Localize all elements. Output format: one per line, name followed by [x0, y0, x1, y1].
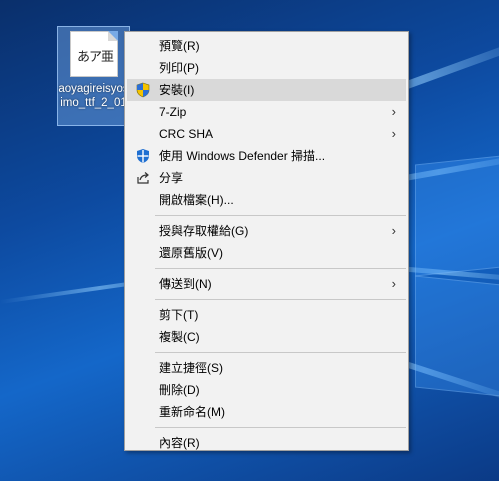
- menu-separator: [155, 427, 406, 428]
- menu-item-label: 剪下(T): [159, 308, 199, 322]
- menu-item-label: 刪除(D): [159, 383, 200, 397]
- chevron-right-icon: ›: [391, 223, 396, 238]
- menu-item-label: 建立捷徑(S): [159, 361, 223, 375]
- menu-item-install[interactable]: 安裝(I): [127, 79, 406, 101]
- desktop-file-label: aoyagireisyosimo_ttf_2_01: [58, 83, 129, 109]
- menu-item-label: 傳送到(N): [159, 277, 212, 291]
- menu-item-label: 重新命名(M): [159, 405, 225, 419]
- menu-item-label: 內容(R): [159, 436, 200, 450]
- menu-item-create-shortcut[interactable]: 建立捷徑(S): [127, 357, 406, 379]
- chevron-right-icon: ›: [391, 104, 396, 119]
- menu-item-delete[interactable]: 刪除(D): [127, 379, 406, 401]
- page-fold: [108, 31, 118, 41]
- menu-item-share[interactable]: 分享: [127, 167, 406, 189]
- menu-item-label: CRC SHA: [159, 127, 214, 141]
- menu-item-7zip[interactable]: 7-Zip ›: [127, 101, 406, 123]
- uac-shield-icon: [135, 82, 151, 98]
- menu-item-label: 7-Zip: [159, 105, 187, 119]
- menu-item-defender-scan[interactable]: 使用 Windows Defender 掃描...: [127, 145, 406, 167]
- menu-item-give-access[interactable]: 授與存取權給(G) ›: [127, 220, 406, 242]
- menu-item-print[interactable]: 列印(P): [127, 57, 406, 79]
- menu-item-label: 分享: [159, 171, 184, 185]
- menu-item-rename[interactable]: 重新命名(M): [127, 401, 406, 423]
- context-menu: 預覽(R) 列印(P) 安裝(I) 7-Zip › CRC SHA › 使用 W…: [124, 31, 409, 451]
- menu-separator: [155, 215, 406, 216]
- menu-item-cut[interactable]: 剪下(T): [127, 304, 406, 326]
- menu-item-label: 使用 Windows Defender 掃描...: [159, 149, 326, 163]
- chevron-right-icon: ›: [391, 126, 396, 141]
- menu-item-send-to[interactable]: 傳送到(N) ›: [127, 273, 406, 295]
- menu-separator: [155, 299, 406, 300]
- desktop-file-icon[interactable]: あア亜 aoyagireisyosimo_ttf_2_01: [57, 26, 130, 126]
- menu-separator: [155, 268, 406, 269]
- menu-item-restore-previous[interactable]: 還原舊版(V): [127, 242, 406, 264]
- chevron-right-icon: ›: [391, 276, 396, 291]
- menu-item-label: 安裝(I): [159, 83, 195, 97]
- menu-item-label: 開啟檔案(H)...: [159, 193, 234, 207]
- font-preview-glyph: あア亜: [76, 50, 114, 65]
- menu-separator: [155, 352, 406, 353]
- menu-item-copy[interactable]: 複製(C): [127, 326, 406, 348]
- menu-item-label: 還原舊版(V): [159, 246, 223, 260]
- desktop-background: あア亜 aoyagireisyosimo_ttf_2_01 預覽(R) 列印(P…: [0, 0, 499, 481]
- windows-defender-icon: [135, 148, 151, 164]
- menu-item-label: 授與存取權給(G): [159, 224, 249, 238]
- window-logo-pane: [415, 275, 499, 397]
- menu-item-crc-sha[interactable]: CRC SHA ›: [127, 123, 406, 145]
- menu-item-preview[interactable]: 預覽(R): [127, 35, 406, 57]
- menu-item-open-file[interactable]: 開啟檔案(H)...: [127, 189, 406, 211]
- menu-item-label: 預覽(R): [159, 39, 200, 53]
- menu-item-properties[interactable]: 內容(R): [127, 432, 406, 454]
- font-file-thumbnail: あア亜: [70, 31, 118, 77]
- menu-item-label: 複製(C): [159, 330, 200, 344]
- window-logo-pane: [415, 155, 499, 277]
- share-icon: [135, 170, 151, 186]
- menu-item-label: 列印(P): [159, 61, 199, 75]
